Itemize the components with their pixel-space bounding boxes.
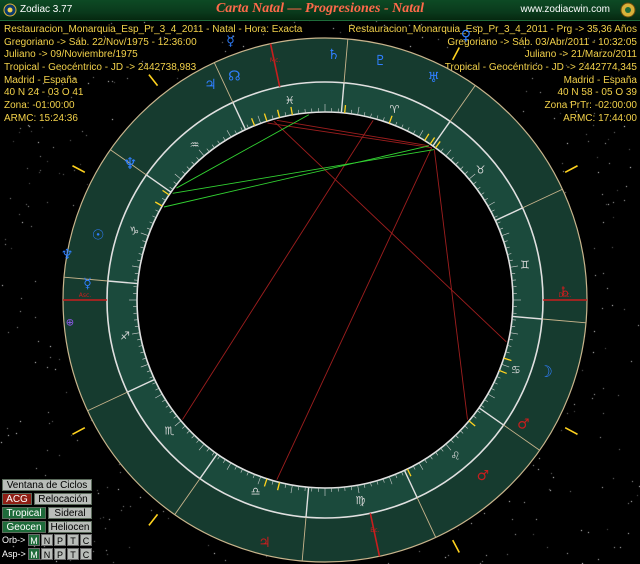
- mars-glyph: ♂: [517, 417, 530, 433]
- asp-m-toggle[interactable]: M: [28, 548, 40, 560]
- aspect-arrow: [148, 513, 159, 526]
- aspect-arrow: [451, 47, 460, 61]
- aspect-arrow: [564, 426, 578, 435]
- midheaven-label: Mc.: [270, 57, 280, 64]
- geocentric-button[interactable]: Geocen: [2, 521, 46, 533]
- aspect-arrow: [72, 165, 86, 174]
- orb-p-toggle[interactable]: P: [54, 534, 66, 546]
- aspect-arrow: [72, 426, 86, 435]
- fortune-glyph: ⊕: [66, 318, 74, 329]
- mercury-glyph: ☿: [226, 33, 235, 49]
- mercury-glyph: ☿: [83, 276, 92, 292]
- ascendant-label: Asc.: [79, 292, 92, 299]
- asp-p-toggle[interactable]: P: [54, 548, 66, 560]
- zodiac-sign-glyph: ♈: [389, 103, 399, 116]
- asp-t-toggle[interactable]: T: [67, 548, 79, 560]
- acg-button[interactable]: ACG: [2, 493, 32, 505]
- zodiac-sign-glyph: ♒: [190, 138, 200, 151]
- jupiter-glyph: ♃: [204, 77, 217, 93]
- zodiac-sign-glyph: ♌: [451, 450, 461, 463]
- relocation-button[interactable]: Relocación: [34, 493, 92, 505]
- pluto-glyph: ♇: [374, 53, 387, 69]
- asp-label: Asp->: [2, 549, 26, 559]
- orb-m-toggle[interactable]: M: [28, 534, 40, 546]
- inner-circle: [136, 111, 514, 489]
- zodiac-sign-glyph: ♋: [511, 363, 521, 376]
- asp-n-toggle[interactable]: N: [41, 548, 53, 560]
- uranus-glyph: ♅: [427, 70, 440, 86]
- aspect-arrow: [451, 539, 460, 553]
- zodiac-sign-glyph: ♉: [476, 164, 486, 177]
- saturn-glyph: ♄: [559, 284, 572, 300]
- zodiac-sign-glyph: ♍: [355, 494, 365, 507]
- jupiter-glyph: ♃: [258, 535, 271, 551]
- zodiac-window: Zodiac 3.77 Carta Natal — Progresiones -…: [0, 0, 640, 564]
- mars-glyph: ♂: [477, 468, 490, 484]
- neptune-glyph: ♆: [123, 154, 137, 173]
- saturn-glyph: ♄: [327, 47, 340, 63]
- zodiac-sign-glyph: ♐: [120, 329, 130, 342]
- orb-n-toggle[interactable]: N: [41, 534, 53, 546]
- zodiac-sign-glyph: ♊: [520, 259, 530, 272]
- zodiac-sign-glyph: ♑: [129, 225, 139, 238]
- aspect-arrow: [564, 165, 578, 174]
- sidereal-button[interactable]: Sideral: [48, 507, 92, 519]
- planet-marker: [344, 105, 347, 114]
- aspect-arrow: [148, 74, 159, 87]
- neptune-glyph: ♆: [61, 247, 74, 263]
- asp-c-toggle[interactable]: C: [80, 548, 92, 560]
- zodiac-sign-glyph: ♏: [165, 424, 175, 437]
- orb-t-toggle[interactable]: T: [67, 534, 79, 546]
- node-glyph: ☊: [228, 68, 240, 84]
- zodiac-sign-glyph: ♎: [251, 485, 261, 498]
- orb-c-toggle[interactable]: C: [80, 534, 92, 546]
- zodiac-sign-glyph: ♓: [285, 94, 295, 107]
- tropical-button[interactable]: Tropical: [2, 507, 46, 519]
- imum-coeli-label: Bc.: [370, 527, 379, 534]
- chart-wheel[interactable]: ♑♒♓♈♉♊♋♌♍♎♏♐Asc. Dsc.Mc.Bc.♆♃☊♄ ♇♅☉☿⊕♄☽♂♂♃…: [0, 0, 640, 564]
- orb-label: Orb->: [2, 535, 26, 545]
- heliocentric-button[interactable]: Heliocen: [48, 521, 92, 533]
- moon-glyph: ☽: [538, 362, 552, 381]
- cycles-window-button[interactable]: Ventana de Ciclos: [2, 479, 92, 491]
- sun-glyph: ☉: [92, 228, 105, 244]
- venus-glyph: ♀: [461, 28, 471, 44]
